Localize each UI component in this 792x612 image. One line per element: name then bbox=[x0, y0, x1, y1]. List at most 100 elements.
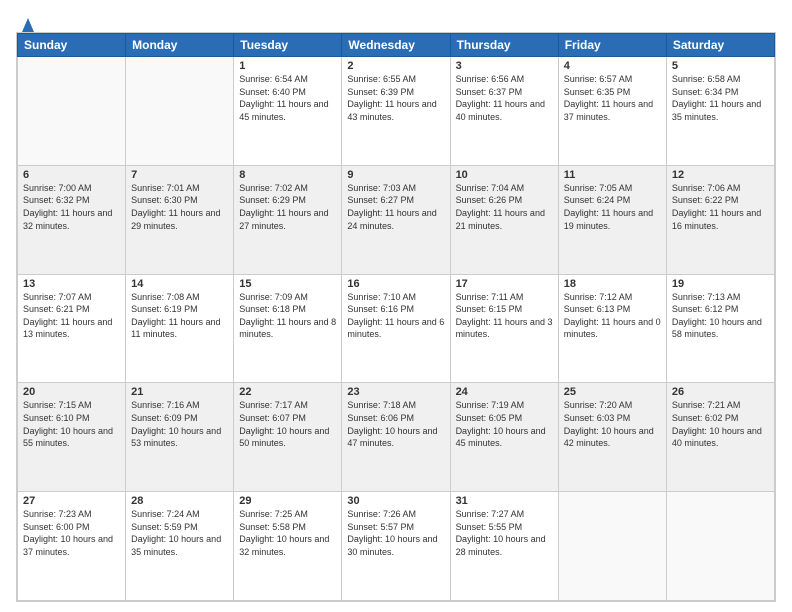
day-info: Sunrise: 7:06 AMSunset: 6:22 PMDaylight:… bbox=[672, 182, 769, 232]
day-info: Sunrise: 7:02 AMSunset: 6:29 PMDaylight:… bbox=[239, 182, 336, 232]
cal-cell: 7Sunrise: 7:01 AMSunset: 6:30 PMDaylight… bbox=[126, 165, 234, 274]
day-number: 22 bbox=[239, 386, 336, 398]
logo-triangle-icon bbox=[17, 14, 39, 34]
day-number: 5 bbox=[672, 60, 769, 72]
day-info: Sunrise: 7:27 AMSunset: 5:55 PMDaylight:… bbox=[456, 508, 553, 558]
day-number: 12 bbox=[672, 169, 769, 181]
cal-cell: 12Sunrise: 7:06 AMSunset: 6:22 PMDayligh… bbox=[666, 165, 774, 274]
day-info: Sunrise: 7:09 AMSunset: 6:18 PMDaylight:… bbox=[239, 291, 336, 341]
day-info: Sunrise: 7:07 AMSunset: 6:21 PMDaylight:… bbox=[23, 291, 120, 341]
day-number: 1 bbox=[239, 60, 336, 72]
cal-cell: 23Sunrise: 7:18 AMSunset: 6:06 PMDayligh… bbox=[342, 383, 450, 492]
cal-cell: 13Sunrise: 7:07 AMSunset: 6:21 PMDayligh… bbox=[18, 274, 126, 383]
cal-cell: 20Sunrise: 7:15 AMSunset: 6:10 PMDayligh… bbox=[18, 383, 126, 492]
day-info: Sunrise: 7:13 AMSunset: 6:12 PMDaylight:… bbox=[672, 291, 769, 341]
col-thursday: Thursday bbox=[450, 34, 558, 57]
cal-cell: 31Sunrise: 7:27 AMSunset: 5:55 PMDayligh… bbox=[450, 492, 558, 601]
day-number: 4 bbox=[564, 60, 661, 72]
col-sunday: Sunday bbox=[18, 34, 126, 57]
week-row-1: 1Sunrise: 6:54 AMSunset: 6:40 PMDaylight… bbox=[18, 57, 775, 166]
day-info: Sunrise: 6:58 AMSunset: 6:34 PMDaylight:… bbox=[672, 73, 769, 123]
day-info: Sunrise: 7:08 AMSunset: 6:19 PMDaylight:… bbox=[131, 291, 228, 341]
day-number: 7 bbox=[131, 169, 228, 181]
cal-cell: 6Sunrise: 7:00 AMSunset: 6:32 PMDaylight… bbox=[18, 165, 126, 274]
day-info: Sunrise: 6:56 AMSunset: 6:37 PMDaylight:… bbox=[456, 73, 553, 123]
day-number: 26 bbox=[672, 386, 769, 398]
day-number: 28 bbox=[131, 495, 228, 507]
day-number: 31 bbox=[456, 495, 553, 507]
day-number: 18 bbox=[564, 278, 661, 290]
col-wednesday: Wednesday bbox=[342, 34, 450, 57]
cal-cell bbox=[558, 492, 666, 601]
day-number: 10 bbox=[456, 169, 553, 181]
day-info: Sunrise: 7:04 AMSunset: 6:26 PMDaylight:… bbox=[456, 182, 553, 232]
cal-cell: 19Sunrise: 7:13 AMSunset: 6:12 PMDayligh… bbox=[666, 274, 774, 383]
day-number: 30 bbox=[347, 495, 444, 507]
day-info: Sunrise: 6:54 AMSunset: 6:40 PMDaylight:… bbox=[239, 73, 336, 123]
calendar: Sunday Monday Tuesday Wednesday Thursday… bbox=[16, 32, 776, 602]
day-info: Sunrise: 7:01 AMSunset: 6:30 PMDaylight:… bbox=[131, 182, 228, 232]
cal-cell: 2Sunrise: 6:55 AMSunset: 6:39 PMDaylight… bbox=[342, 57, 450, 166]
cal-cell: 15Sunrise: 7:09 AMSunset: 6:18 PMDayligh… bbox=[234, 274, 342, 383]
cal-cell: 3Sunrise: 6:56 AMSunset: 6:37 PMDaylight… bbox=[450, 57, 558, 166]
week-row-4: 20Sunrise: 7:15 AMSunset: 6:10 PMDayligh… bbox=[18, 383, 775, 492]
col-monday: Monday bbox=[126, 34, 234, 57]
day-number: 17 bbox=[456, 278, 553, 290]
week-row-3: 13Sunrise: 7:07 AMSunset: 6:21 PMDayligh… bbox=[18, 274, 775, 383]
day-number: 20 bbox=[23, 386, 120, 398]
day-info: Sunrise: 7:17 AMSunset: 6:07 PMDaylight:… bbox=[239, 399, 336, 449]
day-number: 19 bbox=[672, 278, 769, 290]
cal-cell: 11Sunrise: 7:05 AMSunset: 6:24 PMDayligh… bbox=[558, 165, 666, 274]
day-info: Sunrise: 7:19 AMSunset: 6:05 PMDaylight:… bbox=[456, 399, 553, 449]
col-saturday: Saturday bbox=[666, 34, 774, 57]
day-info: Sunrise: 7:00 AMSunset: 6:32 PMDaylight:… bbox=[23, 182, 120, 232]
day-number: 16 bbox=[347, 278, 444, 290]
day-number: 24 bbox=[456, 386, 553, 398]
day-number: 14 bbox=[131, 278, 228, 290]
cal-cell bbox=[666, 492, 774, 601]
cal-cell: 14Sunrise: 7:08 AMSunset: 6:19 PMDayligh… bbox=[126, 274, 234, 383]
day-number: 11 bbox=[564, 169, 661, 181]
cal-cell: 28Sunrise: 7:24 AMSunset: 5:59 PMDayligh… bbox=[126, 492, 234, 601]
header bbox=[16, 12, 776, 28]
day-number: 27 bbox=[23, 495, 120, 507]
day-info: Sunrise: 7:12 AMSunset: 6:13 PMDaylight:… bbox=[564, 291, 661, 341]
day-info: Sunrise: 7:23 AMSunset: 6:00 PMDaylight:… bbox=[23, 508, 120, 558]
cal-cell: 18Sunrise: 7:12 AMSunset: 6:13 PMDayligh… bbox=[558, 274, 666, 383]
day-info: Sunrise: 6:55 AMSunset: 6:39 PMDaylight:… bbox=[347, 73, 444, 123]
day-info: Sunrise: 7:15 AMSunset: 6:10 PMDaylight:… bbox=[23, 399, 120, 449]
day-number: 2 bbox=[347, 60, 444, 72]
col-tuesday: Tuesday bbox=[234, 34, 342, 57]
header-row: Sunday Monday Tuesday Wednesday Thursday… bbox=[18, 34, 775, 57]
cal-cell: 17Sunrise: 7:11 AMSunset: 6:15 PMDayligh… bbox=[450, 274, 558, 383]
day-number: 25 bbox=[564, 386, 661, 398]
cal-cell: 26Sunrise: 7:21 AMSunset: 6:02 PMDayligh… bbox=[666, 383, 774, 492]
cal-cell: 16Sunrise: 7:10 AMSunset: 6:16 PMDayligh… bbox=[342, 274, 450, 383]
day-number: 23 bbox=[347, 386, 444, 398]
day-info: Sunrise: 7:03 AMSunset: 6:27 PMDaylight:… bbox=[347, 182, 444, 232]
cal-cell: 1Sunrise: 6:54 AMSunset: 6:40 PMDaylight… bbox=[234, 57, 342, 166]
cal-cell: 9Sunrise: 7:03 AMSunset: 6:27 PMDaylight… bbox=[342, 165, 450, 274]
day-info: Sunrise: 7:10 AMSunset: 6:16 PMDaylight:… bbox=[347, 291, 444, 341]
day-info: Sunrise: 7:20 AMSunset: 6:03 PMDaylight:… bbox=[564, 399, 661, 449]
cal-cell: 29Sunrise: 7:25 AMSunset: 5:58 PMDayligh… bbox=[234, 492, 342, 601]
day-info: Sunrise: 7:16 AMSunset: 6:09 PMDaylight:… bbox=[131, 399, 228, 449]
day-number: 3 bbox=[456, 60, 553, 72]
cal-cell: 22Sunrise: 7:17 AMSunset: 6:07 PMDayligh… bbox=[234, 383, 342, 492]
day-info: Sunrise: 6:57 AMSunset: 6:35 PMDaylight:… bbox=[564, 73, 661, 123]
day-info: Sunrise: 7:24 AMSunset: 5:59 PMDaylight:… bbox=[131, 508, 228, 558]
cal-cell: 30Sunrise: 7:26 AMSunset: 5:57 PMDayligh… bbox=[342, 492, 450, 601]
day-info: Sunrise: 7:05 AMSunset: 6:24 PMDaylight:… bbox=[564, 182, 661, 232]
day-number: 9 bbox=[347, 169, 444, 181]
calendar-table: Sunday Monday Tuesday Wednesday Thursday… bbox=[17, 33, 775, 601]
day-number: 8 bbox=[239, 169, 336, 181]
cal-cell: 4Sunrise: 6:57 AMSunset: 6:35 PMDaylight… bbox=[558, 57, 666, 166]
cal-cell: 8Sunrise: 7:02 AMSunset: 6:29 PMDaylight… bbox=[234, 165, 342, 274]
day-info: Sunrise: 7:25 AMSunset: 5:58 PMDaylight:… bbox=[239, 508, 336, 558]
day-number: 29 bbox=[239, 495, 336, 507]
week-row-2: 6Sunrise: 7:00 AMSunset: 6:32 PMDaylight… bbox=[18, 165, 775, 274]
cal-cell: 25Sunrise: 7:20 AMSunset: 6:03 PMDayligh… bbox=[558, 383, 666, 492]
page: Sunday Monday Tuesday Wednesday Thursday… bbox=[0, 0, 792, 612]
cal-cell: 27Sunrise: 7:23 AMSunset: 6:00 PMDayligh… bbox=[18, 492, 126, 601]
cal-cell: 21Sunrise: 7:16 AMSunset: 6:09 PMDayligh… bbox=[126, 383, 234, 492]
